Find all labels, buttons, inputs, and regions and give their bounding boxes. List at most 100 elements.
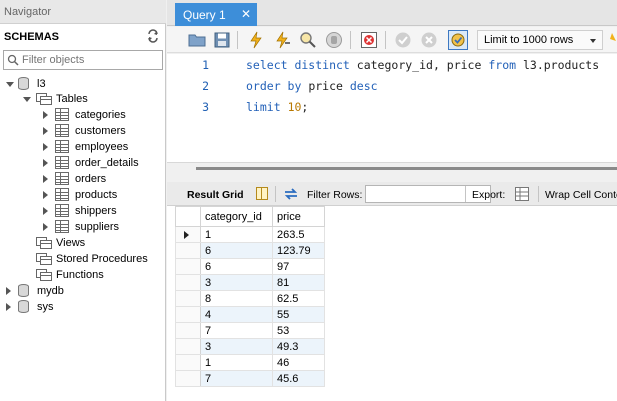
open-file-icon[interactable] — [188, 31, 206, 49]
table-item-employees[interactable]: employees — [0, 139, 166, 155]
table-row[interactable]: 1 46 — [175, 354, 325, 371]
table-row[interactable]: 1 263.5 — [175, 226, 325, 243]
table-item-orders[interactable]: orders — [0, 171, 166, 187]
grid-layout-icon[interactable] — [256, 187, 268, 200]
refresh-results-icon[interactable] — [283, 187, 299, 201]
explain-icon[interactable] — [299, 31, 317, 49]
row-selector[interactable] — [175, 338, 201, 355]
table-item-products[interactable]: products — [0, 187, 166, 203]
expand-toggle-icon[interactable] — [43, 127, 48, 135]
expand-toggle-icon[interactable] — [23, 97, 31, 102]
schema-l3[interactable]: l3 — [0, 76, 166, 92]
refresh-schemas-icon[interactable] — [146, 29, 160, 43]
commit-icon[interactable] — [394, 31, 412, 49]
table-row[interactable]: 3 49.3 — [175, 338, 325, 355]
schema-sys[interactable]: sys — [0, 299, 166, 315]
wrap-cell-content-label[interactable]: Wrap Cell Conte — [545, 189, 617, 201]
cell-price[interactable]: 97 — [272, 258, 325, 275]
expand-toggle-icon[interactable] — [6, 287, 11, 295]
cell-price[interactable]: 53 — [272, 322, 325, 339]
code-line-2[interactable]: order by price desc — [246, 79, 378, 93]
expand-toggle-icon[interactable] — [43, 159, 48, 167]
table-row[interactable]: 6 97 — [175, 258, 325, 275]
table-row[interactable]: 6 123.79 — [175, 242, 325, 259]
row-selector[interactable] — [175, 370, 201, 387]
expand-toggle-icon[interactable] — [43, 191, 48, 199]
cell-category-id[interactable]: 7 — [200, 322, 273, 339]
table-header-row: category_id price — [175, 206, 325, 227]
expand-toggle-icon[interactable] — [43, 223, 48, 231]
execute-current-icon[interactable] — [273, 31, 291, 49]
save-icon[interactable] — [213, 31, 231, 49]
code-line-3[interactable]: limit 10; — [246, 100, 308, 114]
cell-category-id[interactable]: 7 — [200, 370, 273, 387]
filter-objects-input[interactable] — [22, 53, 160, 67]
row-selector[interactable] — [175, 354, 201, 371]
close-tab-icon[interactable]: ✕ — [241, 7, 251, 21]
expand-toggle-icon[interactable] — [6, 82, 14, 87]
beautify-icon[interactable] — [608, 31, 617, 49]
limit-rows-select[interactable]: Limit to 1000 rows — [477, 30, 603, 50]
cell-price[interactable]: 263.5 — [272, 226, 325, 243]
stop-icon[interactable] — [325, 31, 343, 49]
table-row[interactable]: 3 81 — [175, 274, 325, 291]
table-item-suppliers[interactable]: suppliers — [0, 219, 166, 235]
tables-folder[interactable]: Tables — [0, 91, 166, 107]
stored-procedures-folder[interactable]: Stored Procedures — [0, 251, 166, 267]
row-selector[interactable] — [175, 322, 201, 339]
schema-mydb[interactable]: mydb — [0, 283, 166, 299]
cell-price[interactable]: 62.5 — [272, 290, 325, 307]
cell-price[interactable]: 123.79 — [272, 242, 325, 259]
expand-toggle-icon[interactable] — [43, 207, 48, 215]
row-selector[interactable] — [175, 306, 201, 323]
views-folder[interactable]: Views — [0, 235, 166, 251]
table-item-customers[interactable]: customers — [0, 123, 166, 139]
sql-editor[interactable]: 1 2 3 select distinct category_id, price… — [167, 54, 617, 162]
row-selector[interactable] — [175, 274, 201, 291]
cell-price[interactable]: 45.6 — [272, 370, 325, 387]
expand-toggle-icon[interactable] — [43, 175, 48, 183]
cell-category-id[interactable]: 8 — [200, 290, 273, 307]
expand-toggle-icon[interactable] — [43, 143, 48, 151]
cell-price[interactable]: 46 — [272, 354, 325, 371]
table-icon — [55, 188, 69, 201]
filter-objects-field[interactable] — [3, 50, 163, 70]
cell-price[interactable]: 55 — [272, 306, 325, 323]
cell-category-id[interactable]: 4 — [200, 306, 273, 323]
table-item-categories[interactable]: categories — [0, 107, 166, 123]
table-row[interactable]: 4 55 — [175, 306, 325, 323]
cell-category-id[interactable]: 6 — [200, 258, 273, 275]
row-selector[interactable] — [175, 290, 201, 307]
expand-toggle-icon[interactable] — [43, 111, 48, 119]
horizontal-scrollbar[interactable] — [196, 167, 617, 170]
tab-query-1[interactable]: Query 1 ✕ — [175, 3, 257, 26]
editor-splitter[interactable] — [167, 162, 617, 182]
autocommit-icon[interactable] — [448, 30, 468, 50]
cell-category-id[interactable]: 1 — [200, 226, 273, 243]
table-item-order-details[interactable]: order_details — [0, 155, 166, 171]
cell-category-id[interactable]: 3 — [200, 274, 273, 291]
result-grid-tab[interactable]: Result Grid — [187, 189, 244, 201]
rollback-icon[interactable] — [420, 31, 438, 49]
row-selector[interactable] — [175, 242, 201, 259]
cell-category-id[interactable]: 6 — [200, 242, 273, 259]
row-selector[interactable] — [175, 226, 201, 243]
table-item-shippers[interactable]: shippers — [0, 203, 166, 219]
export-icon[interactable] — [514, 186, 530, 202]
column-header-price[interactable]: price — [272, 206, 325, 227]
table-row[interactable]: 8 62.5 — [175, 290, 325, 307]
column-header-category-id[interactable]: category_id — [200, 206, 273, 227]
expand-toggle-icon[interactable] — [6, 303, 11, 311]
cell-price[interactable]: 81 — [272, 274, 325, 291]
execute-icon[interactable] — [247, 31, 265, 49]
table-row[interactable]: 7 45.6 — [175, 370, 325, 387]
row-selector-header[interactable] — [175, 206, 201, 227]
row-selector[interactable] — [175, 258, 201, 275]
functions-folder[interactable]: Functions — [0, 267, 166, 283]
cell-price[interactable]: 49.3 — [272, 338, 325, 355]
toggle-error-icon[interactable] — [360, 31, 378, 49]
cell-category-id[interactable]: 3 — [200, 338, 273, 355]
code-line-1[interactable]: select distinct category_id, price from … — [246, 58, 599, 72]
table-row[interactable]: 7 53 — [175, 322, 325, 339]
cell-category-id[interactable]: 1 — [200, 354, 273, 371]
